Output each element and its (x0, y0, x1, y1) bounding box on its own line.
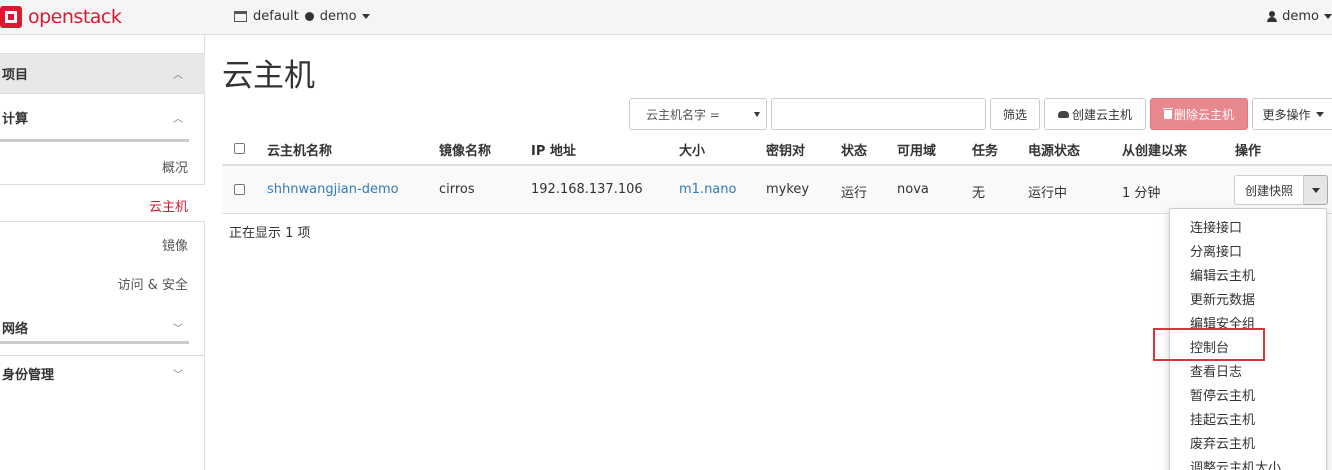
openstack-logo-icon (0, 6, 22, 28)
brand-text: openstack (28, 6, 122, 28)
column-header-zone[interactable]: 可用域 (897, 140, 936, 159)
section-underline (0, 341, 189, 344)
menu-item-update-metadata[interactable]: 更新元数据 (1190, 289, 1255, 308)
filter-input[interactable] (771, 98, 986, 130)
sidebar-section-label: 计算 (2, 111, 29, 127)
chevron-down-icon (1311, 187, 1320, 193)
create-instance-label: 创建云主机 (1071, 107, 1132, 122)
sidebar-section-label: 身份管理 (2, 368, 55, 383)
filter-button[interactable]: 筛选 (990, 98, 1040, 130)
column-header-actions: 操作 (1235, 144, 1262, 159)
sidebar-section-identity[interactable]: 身份管理 ﹀ (0, 355, 205, 391)
filter-button-label: 筛选 (1002, 107, 1027, 122)
chevron-down-icon (1324, 14, 1332, 19)
instance-power-state: 运行中 (1028, 186, 1068, 201)
column-header-name[interactable]: 云主机名称 (267, 140, 332, 159)
menu-item-suspend-instance[interactable]: 挂起云主机 (1190, 409, 1255, 428)
column-header-task[interactable]: 任务 (972, 140, 998, 159)
chevron-down-icon (1315, 111, 1324, 117)
filter-field-select[interactable]: 云主机名字 = (629, 98, 767, 130)
trash-icon (1162, 107, 1173, 119)
menu-item-edit-instance[interactable]: 编辑云主机 (1190, 265, 1255, 284)
chevron-down-icon (754, 112, 760, 117)
item-count: 正在显示 1 项 (229, 226, 311, 241)
user-menu[interactable]: demo (1267, 9, 1332, 24)
menu-item-shelve-instance[interactable]: 废弃云主机 (1190, 433, 1255, 452)
section-underline (0, 139, 189, 142)
delete-instance-button[interactable]: 删除云主机 (1150, 98, 1248, 130)
separator-dot-icon (304, 12, 314, 21)
filter-field-label: 云主机名字 = (646, 107, 720, 122)
sidebar-section-label: 项目 (2, 68, 29, 83)
column-header-age[interactable]: 从创建以来 (1122, 140, 1187, 159)
menu-item-resize-instance[interactable]: 调整云主机大小 (1190, 457, 1281, 470)
chevron-up-icon: ︿ (173, 70, 183, 81)
column-header-ip[interactable]: IP 地址 (531, 140, 576, 159)
console-highlight-box (1153, 328, 1265, 361)
select-all-checkbox[interactable] (234, 143, 245, 154)
sidebar: 项目 ︿ 计算 ︿ 概况 云主机 镜像 访问 & 安全 网络 ﹀ 身份管理 ﹀ (0, 35, 205, 470)
delete-instance-label: 删除云主机 (1173, 107, 1234, 122)
sidebar-item-instances[interactable]: 云主机 (149, 196, 188, 215)
table-row: shhnwangjian-demo cirros 192.168.137.106… (222, 166, 1332, 214)
menu-item-view-log[interactable]: 查看日志 (1190, 361, 1242, 380)
brand[interactable]: openstack (0, 5, 122, 29)
column-header-power[interactable]: 电源状态 (1028, 140, 1080, 159)
instance-image: cirros (439, 182, 475, 197)
sidebar-item-access-security[interactable]: 访问 & 安全 (118, 274, 188, 293)
chevron-down-icon: ﹀ (173, 370, 183, 381)
sidebar-section-network[interactable]: 网络 ﹀ (0, 309, 205, 345)
more-actions-label: 更多操作 (1262, 107, 1311, 122)
project-name: demo (319, 9, 357, 24)
project-picker[interactable]: default demo (234, 9, 370, 24)
sidebar-item-images[interactable]: 镜像 (162, 235, 188, 254)
sidebar-section-label: 网络 (2, 321, 29, 337)
instance-ip: 192.168.137.106 (531, 182, 643, 197)
table-header: 云主机名称 镜像名称 IP 地址 大小 密钥对 状态 可用域 任务 电源状态 从… (222, 130, 1332, 166)
chevron-down-icon: ﹀ (173, 323, 183, 335)
cloud-upload-icon (1057, 110, 1069, 118)
row-actions: 创建快照 (1234, 175, 1328, 205)
row-checkbox[interactable] (234, 184, 245, 195)
instance-task: 无 (972, 186, 986, 201)
create-instance-button[interactable]: 创建云主机 (1044, 98, 1146, 130)
user-icon (1267, 11, 1278, 22)
domain-name: default (253, 9, 299, 24)
create-snapshot-label: 创建快照 (1244, 183, 1293, 198)
instance-keypair: mykey (766, 182, 810, 197)
row-actions-toggle[interactable] (1304, 175, 1328, 205)
instance-zone: nova (897, 182, 929, 197)
chevron-up-icon: ︿ (173, 113, 183, 125)
column-header-keypair[interactable]: 密钥对 (766, 140, 805, 159)
menu-item-attach-interface[interactable]: 连接接口 (1190, 217, 1242, 236)
instance-size-link[interactable]: m1.nano (679, 182, 736, 197)
project-icon (234, 11, 247, 22)
chevron-down-icon (361, 14, 370, 19)
top-navbar: openstack default demo demo (0, 0, 1332, 35)
create-snapshot-button[interactable]: 创建快照 (1234, 175, 1304, 205)
sidebar-section-project[interactable]: 项目 ︿ (0, 53, 205, 94)
instance-name-link[interactable]: shhnwangjian-demo (267, 182, 399, 197)
sidebar-item-overview[interactable]: 概况 (162, 157, 188, 176)
user-name: demo (1282, 9, 1319, 24)
column-header-size[interactable]: 大小 (679, 140, 705, 159)
column-header-image[interactable]: 镜像名称 (439, 140, 491, 159)
instance-age: 1 分钟 (1122, 186, 1161, 201)
page-title: 云主机 (222, 58, 315, 94)
instance-status: 运行 (841, 186, 868, 201)
column-header-status[interactable]: 状态 (841, 140, 867, 159)
menu-item-pause-instance[interactable]: 暂停云主机 (1190, 385, 1255, 404)
sidebar-section-compute[interactable]: 计算 ︿ (0, 95, 205, 139)
more-actions-button[interactable]: 更多操作 (1252, 98, 1332, 130)
menu-item-detach-interface[interactable]: 分离接口 (1190, 241, 1242, 260)
